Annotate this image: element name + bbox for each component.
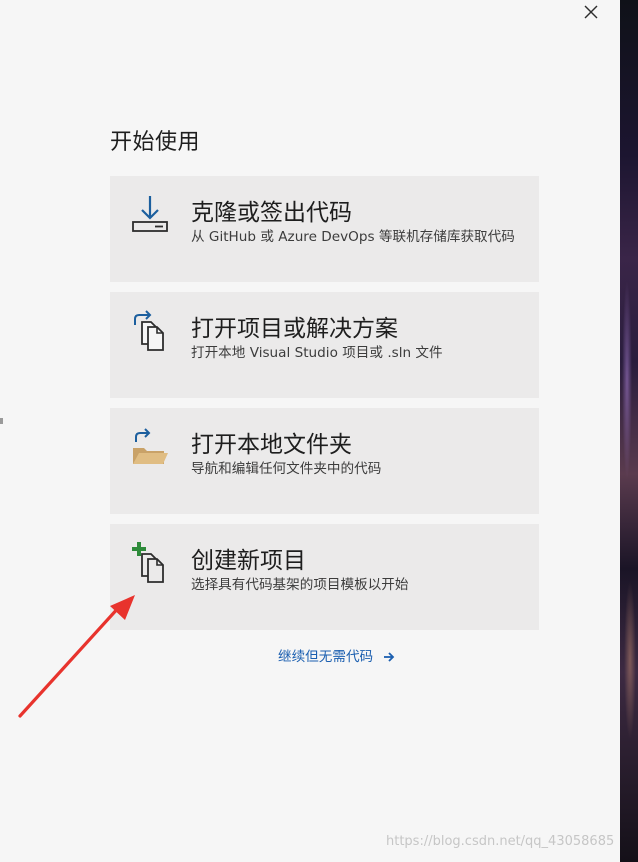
create-new-project-card[interactable]: 创建新项目 选择具有代码基架的项目模板以开始	[110, 524, 539, 630]
close-icon	[584, 5, 598, 19]
get-started-dialog: 开始使用 克隆或签出代码 从 GitHub 或 Azure DevOps 等联机…	[0, 0, 620, 862]
continue-link-label: 继续但无需代码	[278, 649, 374, 665]
close-button[interactable]	[578, 2, 604, 24]
open-project-card-title: 打开项目或解决方案	[191, 316, 398, 342]
clone-card-description: 从 GitHub 或 Azure DevOps 等联机存储库获取代码	[191, 229, 515, 245]
clone-card-title: 克隆或签出代码	[191, 200, 352, 226]
watermark: https://blog.csdn.net/qq_43058685	[386, 834, 615, 849]
page-title: 开始使用	[110, 130, 201, 155]
new-project-card-title: 创建新项目	[191, 548, 306, 574]
open-folder-card-description: 导航和编辑任何文件夹中的代码	[191, 461, 382, 477]
clone-repository-card[interactable]: 克隆或签出代码 从 GitHub 或 Azure DevOps 等联机存储库获取…	[110, 176, 539, 282]
desktop-background	[620, 0, 638, 862]
open-project-card[interactable]: 打开项目或解决方案 打开本地 Visual Studio 项目或 .sln 文件	[110, 292, 539, 398]
continue-without-code-link[interactable]: 继续但无需代码	[278, 645, 395, 667]
open-folder-card-title: 打开本地文件夹	[191, 432, 352, 458]
new-project-icon	[130, 540, 170, 584]
open-folder-card[interactable]: 打开本地文件夹 导航和编辑任何文件夹中的代码	[110, 408, 539, 514]
new-project-card-description: 选择具有代码基架的项目模板以开始	[191, 577, 409, 593]
arrow-right-icon	[383, 651, 395, 667]
open-project-card-description: 打开本地 Visual Studio 项目或 .sln 文件	[191, 345, 443, 361]
open-project-icon	[130, 308, 170, 352]
clone-download-icon	[130, 192, 170, 236]
open-folder-icon	[130, 424, 170, 468]
edge-mark	[0, 418, 3, 424]
